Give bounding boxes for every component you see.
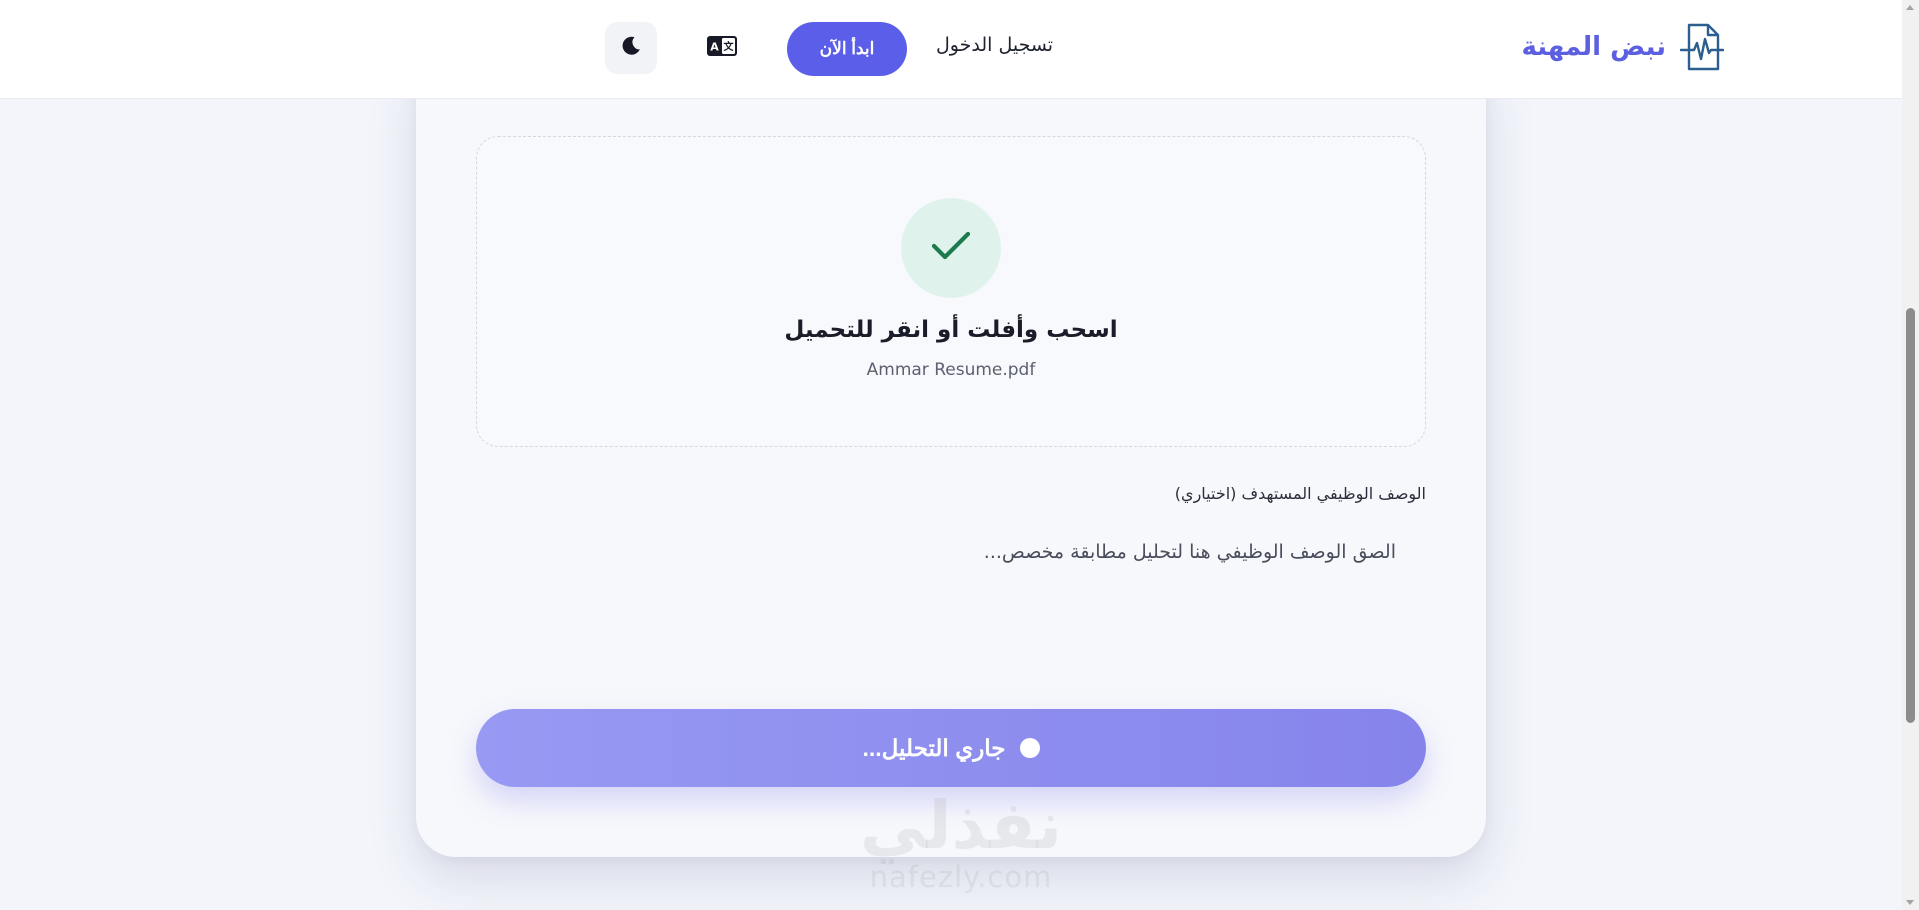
svg-text:文: 文: [724, 40, 735, 53]
svg-text:A: A: [710, 41, 719, 54]
theme-toggle-button[interactable]: [605, 22, 657, 74]
analyze-button[interactable]: جاري التحليل...: [476, 709, 1426, 787]
analyze-button-label: جاري التحليل...: [862, 734, 1006, 761]
loading-spinner-icon: [1019, 738, 1040, 758]
watermark-latin: nafezly.com: [869, 860, 1053, 894]
scrollbar-thumb[interactable]: [1906, 308, 1915, 723]
dropzone-title: اسحب وأفلت أو انقر للتحميل: [784, 317, 1118, 343]
language-toggle-button[interactable]: A 文: [698, 28, 746, 68]
job-description-label: الوصف الوظيفي المستهدف (اختياري): [1174, 484, 1426, 503]
job-description-textarea[interactable]: الصق الوصف الوظيفي هنا لتحليل مطابقة مخص…: [476, 519, 1426, 739]
check-icon: [931, 231, 971, 265]
login-link[interactable]: تسجيل الدخول: [936, 34, 1053, 56]
job-description-placeholder: الصق الوصف الوظيفي هنا لتحليل مطابقة مخص…: [983, 541, 1396, 563]
start-now-button[interactable]: ابدأ الآن: [787, 22, 907, 76]
analysis-card: اسحب وأفلت أو انقر للتحميل Ammar Resume.…: [416, 60, 1486, 857]
scroll-down-arrow-icon[interactable]: [1906, 900, 1914, 905]
page-scrollbar[interactable]: [1902, 0, 1919, 910]
uploaded-file-name: Ammar Resume.pdf: [866, 360, 1036, 380]
resume-dropzone[interactable]: اسحب وأفلت أو انقر للتحميل Ammar Resume.…: [476, 136, 1426, 447]
upload-success-badge: [901, 198, 1001, 298]
nav-actions: تسجيل الدخول ابدأ الآن A 文: [0, 0, 1902, 98]
translate-icon: A 文: [706, 35, 738, 61]
scroll-up-arrow-icon[interactable]: [1906, 5, 1914, 10]
top-navbar: نبض المهنة تسجيل الدخول ابدأ الآن A 文: [0, 0, 1902, 99]
moon-icon: [619, 34, 643, 62]
